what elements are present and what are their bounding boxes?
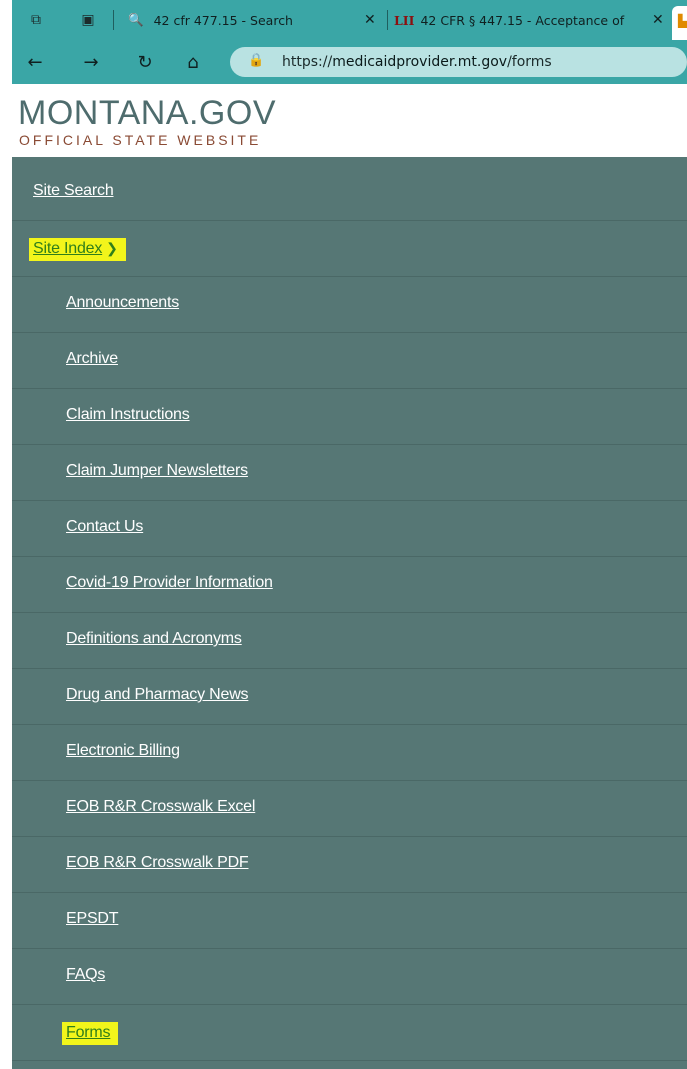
tab-lii[interactable]: LII 42 CFR § 447.15 - Acceptance of (394, 6, 649, 34)
address-bar-row: ← → ↻ ⌂ 🔒 https://medicaidprovider.mt.go… (12, 40, 687, 84)
site-index-label: Site Index (33, 240, 103, 257)
site-favicon-icon: ▙ (678, 14, 687, 28)
menu-row: Claim Instructions (12, 388, 687, 445)
site-index-item-link[interactable]: Contact Us (66, 518, 143, 536)
menu-row: Contact Us (12, 500, 687, 557)
site-index-item-link[interactable]: Claim Instructions (66, 406, 190, 424)
tab-actions-icon[interactable]: ▣ (78, 10, 98, 30)
menu-row: Covid-19 Provider Information (12, 556, 687, 613)
menu-row: Archive (12, 332, 687, 389)
site-index-item-link[interactable]: EPSDT (66, 910, 119, 928)
active-tab-edge[interactable]: ▙ (672, 6, 687, 40)
menu-row: FAQs (12, 948, 687, 1005)
site-index-link[interactable]: Site Index ❯ (29, 238, 126, 261)
home-icon[interactable]: ⌂ (182, 51, 204, 73)
site-index-item-link[interactable]: Covid-19 Provider Information (66, 574, 273, 592)
refresh-icon[interactable]: ↻ (134, 51, 156, 73)
site-index-item-link[interactable]: EOB R&R Crosswalk PDF (66, 854, 249, 872)
logo-subtitle: OFFICIAL STATE WEBSITE (19, 132, 262, 148)
site-search-link[interactable]: Site Search (33, 182, 114, 200)
menu-row: Drug and Pharmacy News (12, 668, 687, 725)
menu-row: Announcements (12, 276, 687, 333)
close-tab-icon[interactable]: ✕ (652, 12, 664, 28)
back-icon[interactable]: ← (24, 51, 46, 73)
browser-tab-bar: ⧉ ▣ 🔍 42 cfr 477.15 - Search ✕ LII 42 CF… (12, 0, 687, 40)
workspaces-icon[interactable]: ⧉ (26, 10, 46, 30)
url-field[interactable]: 🔒 https://medicaidprovider.mt.gov/forms (230, 47, 687, 77)
tab-search[interactable]: 🔍 42 cfr 477.15 - Search (122, 6, 362, 34)
url-text: https://medicaidprovider.mt.gov/forms (282, 54, 552, 70)
lock-icon: 🔒 (248, 53, 265, 68)
menu-row: Claim Jumper Newsletters (12, 444, 687, 501)
url-path: /forms (507, 54, 552, 70)
tab-separator (113, 10, 114, 30)
site-index-item-link[interactable]: EOB R&R Crosswalk Excel (66, 798, 255, 816)
url-host: medicaidprovider.mt.gov (332, 54, 508, 70)
url-prefix: https:// (282, 54, 333, 70)
site-index-item-link[interactable]: Announcements (66, 294, 179, 312)
site-index-item-link[interactable]: Claim Jumper Newsletters (66, 462, 248, 480)
menu-row-site-index: Site Index ❯ (12, 220, 687, 277)
site-index-item-link[interactable]: Electronic Billing (66, 742, 180, 760)
menu-row: Forms (12, 1004, 687, 1061)
menu-row: Electronic Billing (12, 724, 687, 781)
site-header: MONTANA.GOV OFFICIAL STATE WEBSITE (12, 84, 687, 156)
chevron-down-icon: ❯ (106, 240, 118, 256)
site-index-item-link[interactable]: Forms (62, 1022, 119, 1045)
menu-row: Definitions and Acronyms (12, 612, 687, 669)
search-icon: 🔍 (128, 12, 144, 27)
site-index-item-link[interactable]: Definitions and Acronyms (66, 630, 242, 648)
forward-icon[interactable]: → (80, 51, 102, 73)
site-index-item-link[interactable]: Drug and Pharmacy News (66, 686, 249, 704)
menu-row: EOB R&R Crosswalk Excel (12, 780, 687, 837)
site-index-item-link[interactable]: FAQs (66, 966, 105, 984)
close-tab-icon[interactable]: ✕ (364, 12, 376, 28)
tab-title: 42 CFR § 447.15 - Acceptance of (420, 12, 625, 28)
menu-row: EPSDT (12, 892, 687, 949)
menu-row: EOB R&R Crosswalk PDF (12, 836, 687, 893)
montana-gov-logo[interactable]: MONTANA.GOV (18, 94, 276, 133)
site-menu: Site Search Site Index ❯ Announcements Arc… (12, 157, 687, 1069)
menu-row-site-search: Site Search (12, 164, 687, 221)
lii-favicon: LII (394, 12, 415, 28)
tab-title: 42 cfr 477.15 - Search (153, 12, 293, 28)
tab-separator (387, 10, 388, 30)
site-index-item-link[interactable]: Archive (66, 350, 118, 368)
